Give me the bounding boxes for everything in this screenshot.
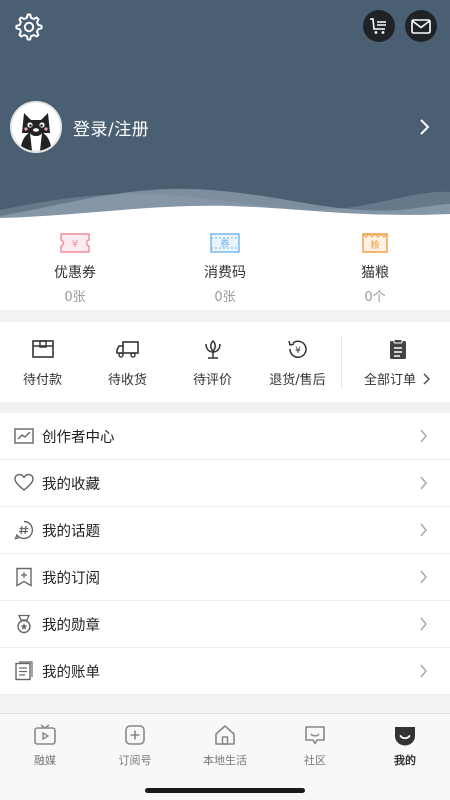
chevron-right-icon xyxy=(423,372,431,385)
menu-item-creator-center[interactable]: 创作者中心 xyxy=(0,413,450,460)
order-all[interactable]: 全部订单 xyxy=(345,322,450,388)
bill-icon xyxy=(15,661,33,681)
menu-item-label: 我的勋章 xyxy=(42,617,100,634)
settings-gear-icon[interactable] xyxy=(14,12,44,42)
order-pending-review[interactable]: 待评价 xyxy=(170,322,255,402)
asset-label: 猫粮 xyxy=(361,265,389,281)
tab-local-life[interactable]: 本地生活 xyxy=(180,714,270,774)
asset-coupon[interactable]: ¥ 优惠券 0张 xyxy=(0,222,150,310)
plus-square-icon xyxy=(125,725,145,745)
asset-value: 0张 xyxy=(214,290,236,305)
tab-subscriptions[interactable]: 订阅号 xyxy=(90,714,180,774)
menu-item-label: 我的账单 xyxy=(42,664,100,681)
tab-community[interactable]: 社区 xyxy=(270,714,360,774)
medal-icon xyxy=(17,614,31,634)
tab-label: 我的 xyxy=(394,754,416,767)
menu-item-label: 创作者中心 xyxy=(42,429,115,446)
avatar[interactable] xyxy=(10,101,62,153)
refund-icon: ¥ xyxy=(287,340,307,358)
profile-header: 登录/注册 xyxy=(0,0,450,222)
header-waves xyxy=(0,188,450,222)
asset-value: 0个 xyxy=(364,290,386,305)
mail-icon xyxy=(411,18,431,34)
tab-label: 融媒 xyxy=(34,754,56,767)
order-label: 待付款 xyxy=(22,373,62,388)
profile-page: 登录/注册 ¥ 优惠券 0张 券 消费码 0张 粮 猫粮 0个 待付款 待收货 … xyxy=(0,0,450,800)
menu-item-subscriptions[interactable]: 我的订阅 xyxy=(0,554,450,601)
chevron-right-icon[interactable] xyxy=(417,118,431,136)
asset-voucher[interactable]: 券 消费码 0张 xyxy=(150,222,300,310)
menu-item-favorites[interactable]: 我的收藏 xyxy=(0,460,450,507)
menu-item-topics[interactable]: 我的话题 xyxy=(0,507,450,554)
chevron-right-icon xyxy=(420,570,427,584)
tab-label: 订阅号 xyxy=(118,754,152,767)
svg-text:券: 券 xyxy=(220,238,229,250)
cart-list-icon xyxy=(370,18,386,34)
truck-icon xyxy=(115,341,139,358)
cat-food-icon: 粮 xyxy=(362,233,388,253)
tv-icon xyxy=(34,724,56,745)
asset-label: 消费码 xyxy=(204,265,246,281)
menu-list: 创作者中心 我的收藏 我的话题 我的订阅 我的勋章 我的账单 xyxy=(0,413,450,695)
bookmark-plus-icon xyxy=(16,567,32,587)
order-label: 待收货 xyxy=(107,373,147,388)
order-divider xyxy=(341,336,342,388)
chevron-right-icon xyxy=(420,664,427,678)
menu-item-bills[interactable]: 我的账单 xyxy=(0,648,450,695)
tab-media[interactable]: 融媒 xyxy=(0,714,90,774)
svg-text:粮: 粮 xyxy=(370,239,379,251)
order-refund[interactable]: ¥ 退货/售后 xyxy=(255,322,340,402)
chat-icon xyxy=(305,726,325,745)
tab-mine[interactable]: 我的 xyxy=(360,714,450,774)
menu-item-medals[interactable]: 我的勋章 xyxy=(0,601,450,648)
bottom-tab-bar: 融媒 订阅号 本地生活 社区 我的 xyxy=(0,713,450,800)
order-label: 待评价 xyxy=(192,373,232,388)
order-label: 退货/售后 xyxy=(269,373,326,388)
login-register-link[interactable]: 登录/注册 xyxy=(73,115,149,140)
svg-text:¥: ¥ xyxy=(295,346,301,356)
svg-text:¥: ¥ xyxy=(72,239,78,250)
menu-item-label: 我的话题 xyxy=(42,523,100,540)
hashtag-icon xyxy=(14,520,34,540)
home-indicator xyxy=(145,788,305,793)
smile-icon xyxy=(395,727,415,746)
coupon-icon: ¥ xyxy=(60,233,90,253)
asset-cat-food[interactable]: 粮 猫粮 0个 xyxy=(300,222,450,310)
chevron-right-icon xyxy=(420,476,427,490)
asset-label: 优惠券 xyxy=(54,265,96,281)
chart-icon xyxy=(14,428,34,444)
menu-item-label: 我的订阅 xyxy=(42,570,100,587)
tab-label: 社区 xyxy=(304,754,326,767)
assets-row: ¥ 优惠券 0张 券 消费码 0张 粮 猫粮 0个 xyxy=(0,222,450,310)
house-icon xyxy=(215,725,235,745)
message-button[interactable] xyxy=(405,10,437,42)
order-all-label-row: 全部订单 xyxy=(364,369,431,388)
cart-button[interactable] xyxy=(363,10,395,42)
chevron-right-icon xyxy=(420,523,427,537)
chevron-right-icon xyxy=(420,617,427,631)
orders-row: 待付款 待收货 待评价 ¥ 退货/售后 全部订单 xyxy=(0,322,450,402)
asset-value: 0张 xyxy=(64,290,86,305)
tab-label: 本地生活 xyxy=(203,754,247,767)
clipboard-icon xyxy=(389,339,406,359)
wallet-icon xyxy=(31,340,54,358)
chevron-right-icon xyxy=(420,429,427,443)
menu-item-label: 我的收藏 xyxy=(42,476,100,493)
order-label: 全部订单 xyxy=(363,373,416,388)
cat-avatar-icon xyxy=(12,103,60,151)
heart-icon xyxy=(14,473,34,491)
order-pending-payment[interactable]: 待付款 xyxy=(0,322,85,402)
voucher-icon: 券 xyxy=(210,233,240,253)
order-pending-receipt[interactable]: 待收货 xyxy=(85,322,170,402)
flower-icon xyxy=(204,339,221,359)
